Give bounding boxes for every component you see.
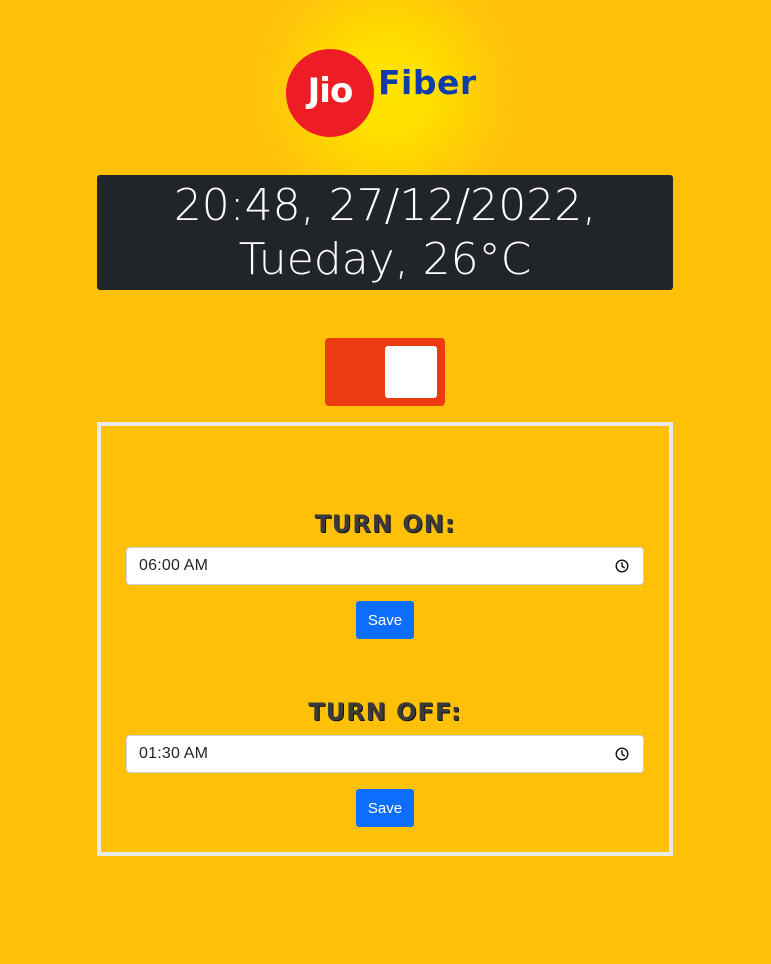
turn-off-time-value: 01:30 AM: [139, 745, 209, 762]
power-toggle-knob[interactable]: [385, 346, 437, 398]
turn-on-time-value: 06:00 AM: [139, 557, 209, 574]
turn-off-save-button[interactable]: Save: [356, 789, 414, 827]
power-toggle-switch[interactable]: [325, 338, 445, 406]
clock-icon[interactable]: [615, 559, 629, 573]
turn-on-heading: TURN ON:: [314, 510, 456, 538]
datetime-weather-text: 20:48, 27/12/2022, Tueday, 26°C: [173, 179, 597, 285]
schedule-panel: TURN ON: 06:00 AM Save TURN OFF: 01:30 A…: [97, 422, 673, 856]
jio-logo-circle: Jio: [286, 49, 374, 137]
clock-weather-panel: 20:48, 27/12/2022, Tueday, 26°C: [97, 175, 673, 290]
logo-jio-text: Jio: [307, 71, 354, 111]
turn-off-heading: TURN OFF:: [308, 698, 462, 726]
turn-off-time-input[interactable]: 01:30 AM: [126, 735, 644, 773]
jio-fiber-logo: Jio Fiber: [254, 0, 518, 175]
logo-fiber-text: Fiber: [378, 63, 477, 102]
turn-on-save-button[interactable]: Save: [356, 601, 414, 639]
turn-on-time-input[interactable]: 06:00 AM: [126, 547, 644, 585]
clock-icon[interactable]: [615, 747, 629, 761]
